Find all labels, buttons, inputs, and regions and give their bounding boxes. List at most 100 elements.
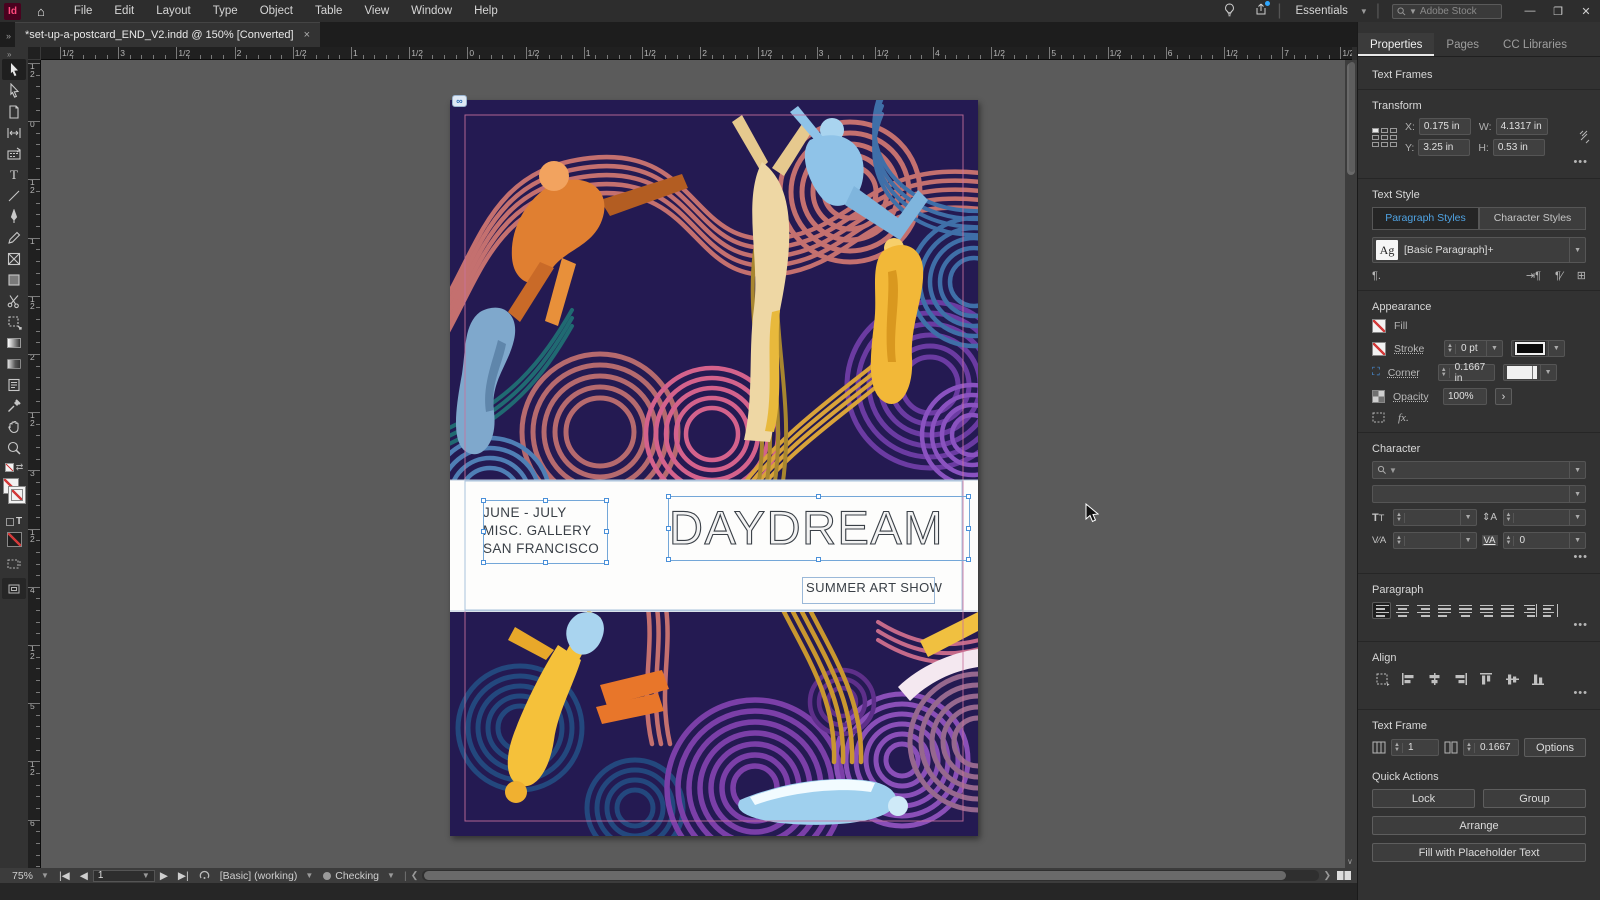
menu-table[interactable]: Table (304, 0, 354, 22)
swap-fill-stroke-icon[interactable]: ⇄ (16, 462, 24, 473)
selection-handle[interactable] (816, 494, 821, 499)
align-bottom-button[interactable] (1528, 670, 1548, 687)
scroll-down-icon[interactable]: ∨ (1347, 857, 1353, 866)
previous-page-button[interactable]: ◀ (80, 870, 88, 882)
selection-handle[interactable] (966, 557, 971, 562)
note-tool[interactable] (2, 374, 26, 395)
paragraph-styles-tab[interactable]: Paragraph Styles (1372, 207, 1479, 230)
paragraph-justify-center-button[interactable] (1456, 602, 1475, 619)
selection-handle[interactable] (666, 557, 671, 562)
view-options-icon[interactable] (2, 553, 26, 574)
stroke-weight-stepper[interactable]: ▲ ▼ 0 pt ▼ (1444, 340, 1503, 357)
minimize-button[interactable]: — (1516, 0, 1544, 22)
tab-pages[interactable]: Pages (1434, 33, 1491, 56)
corner-link[interactable]: Corner (1388, 367, 1430, 379)
page-tool[interactable] (2, 101, 26, 122)
document-tab[interactable]: *set-up-a-postcard_END_V2.indd @ 150% [C… (15, 22, 321, 47)
menu-layout[interactable]: Layout (145, 0, 202, 22)
type-tool[interactable]: T (2, 164, 26, 185)
paragraph-more-icon[interactable]: ••• (1573, 619, 1588, 631)
workspace-switcher[interactable]: Essentials (1296, 5, 1348, 17)
horizontal-ruler[interactable]: 1/2 3 1/2 2 1/2 1 1/2 0 1/2 1 1/2 2 1/2 3 1/2 4 1/2 5 1/2 6… (41, 47, 1352, 60)
align-center-horizontal-button[interactable] (1424, 670, 1444, 687)
gutter-stepper[interactable]: ▲ ▼ 0.1667 (1463, 739, 1519, 756)
menu-help[interactable]: Help (463, 0, 509, 22)
reference-point-grid[interactable] (1372, 127, 1397, 147)
next-page-button[interactable]: ▶ (160, 870, 168, 882)
screen-mode-icon[interactable] (2, 578, 26, 599)
selection-handle[interactable] (666, 525, 671, 531)
character-more-icon[interactable]: ••• (1573, 551, 1588, 563)
gap-tool[interactable] (2, 122, 26, 143)
style-override-icon[interactable]: ¶⁄ (1555, 270, 1563, 282)
selection-tool[interactable] (2, 59, 26, 80)
gradient-feather-tool[interactable] (2, 353, 26, 374)
selection-frame-dates[interactable] (481, 498, 609, 565)
eyedropper-tool[interactable] (2, 395, 26, 416)
selection-handle[interactable] (481, 529, 486, 534)
direct-selection-tool[interactable] (2, 80, 26, 101)
w-field[interactable]: 4.1317 in (1495, 118, 1548, 135)
paragraph-justify-all-button[interactable] (1498, 602, 1517, 619)
cc-library-link-icon[interactable]: ∞ (452, 95, 467, 107)
tracking-stepper[interactable]: ▲ ▼ 0 ▼ (1502, 532, 1586, 549)
selection-handle[interactable] (481, 560, 486, 565)
spread-view-icon[interactable] (1336, 870, 1352, 881)
horizontal-scrollbar-thumb[interactable] (424, 871, 1286, 880)
columns-stepper[interactable]: ▲ ▼ 1 (1391, 739, 1439, 756)
paragraph-align-away-spine-button[interactable] (1540, 602, 1559, 619)
redefine-style-icon[interactable]: ⇥¶ (1526, 269, 1541, 282)
stroke-color-swatch[interactable] (1372, 341, 1386, 356)
formatting-container-icon[interactable] (5, 517, 14, 526)
paragraph-align-toward-spine-button[interactable] (1519, 602, 1538, 619)
first-page-button[interactable]: |◀ (59, 870, 70, 882)
font-style-dropdown[interactable]: ▼ (1372, 485, 1586, 503)
home-icon[interactable]: ⌂ (37, 4, 45, 19)
close-button[interactable]: ✕ (1572, 0, 1600, 22)
vertical-ruler[interactable]: 12 0 12 1 12 2 12 3 12 4 12 5 12 6 (28, 60, 41, 868)
fill-placeholder-button[interactable]: Fill with Placeholder Text (1372, 843, 1586, 862)
menu-edit[interactable]: Edit (103, 0, 145, 22)
corner-style-dropdown[interactable]: ▼ (1502, 364, 1557, 381)
scissors-tool[interactable] (2, 290, 26, 311)
opacity-expand-button[interactable]: › (1495, 388, 1512, 405)
mini-fill-swatch[interactable] (4, 463, 14, 472)
ruler-origin-corner[interactable] (28, 47, 41, 60)
paragraph-justify-left-button[interactable] (1435, 602, 1454, 619)
preflight-preset-dropdown[interactable]: [Basic] (working) ▼ (220, 870, 314, 882)
object-effects-icon[interactable] (1372, 412, 1386, 424)
align-center-vertical-button[interactable] (1502, 670, 1522, 687)
document-canvas[interactable]: ∞ JUNE - JULY MISC. GALLERY SAN FRANCISC… (41, 60, 1345, 868)
x-field[interactable]: 0.175 in (1418, 118, 1471, 135)
scroll-left-icon[interactable]: ❮ (411, 870, 419, 881)
frame-tool[interactable] (2, 248, 26, 269)
paragraph-align-center-button[interactable] (1393, 602, 1412, 619)
lock-button[interactable]: Lock (1372, 789, 1475, 808)
show-hidden-chars-icon[interactable]: ¶. (1372, 270, 1381, 282)
align-to-selection-dropdown-button[interactable] (1372, 670, 1392, 687)
formatting-text-icon[interactable]: T (16, 516, 22, 527)
font-family-dropdown[interactable]: ▼ ▼ (1372, 461, 1586, 479)
vertical-scrollbar[interactable]: ∨ (1345, 60, 1357, 868)
selection-handle[interactable] (966, 525, 971, 531)
preflight-status[interactable]: Checking ▼ (323, 870, 395, 882)
hand-tool[interactable] (2, 416, 26, 437)
stroke-link[interactable]: Stroke (1394, 343, 1436, 355)
align-top-button[interactable] (1476, 670, 1496, 687)
opacity-link[interactable]: Opacity (1393, 391, 1435, 403)
selection-handle[interactable] (604, 560, 609, 565)
transform-more-icon[interactable]: ••• (1573, 156, 1588, 168)
selection-handle[interactable] (542, 498, 548, 503)
pencil-tool[interactable] (2, 227, 26, 248)
corner-radius-stepper[interactable]: ▲ ▼ 0.1667 in (1437, 362, 1495, 384)
gradient-swatch-tool[interactable] (2, 332, 26, 353)
constrain-proportions-icon[interactable] (1578, 130, 1590, 144)
arrange-button[interactable]: Arrange (1372, 816, 1586, 835)
close-tab-icon[interactable]: × (304, 29, 310, 41)
toolbar-expand-icon[interactable]: » (7, 50, 11, 59)
character-styles-tab[interactable]: Character Styles (1479, 207, 1586, 230)
tab-properties[interactable]: Properties (1358, 33, 1435, 56)
horizontal-scrollbar[interactable] (422, 870, 1320, 881)
paragraph-align-right-button[interactable] (1414, 602, 1433, 619)
apply-none-button[interactable] (6, 532, 22, 547)
